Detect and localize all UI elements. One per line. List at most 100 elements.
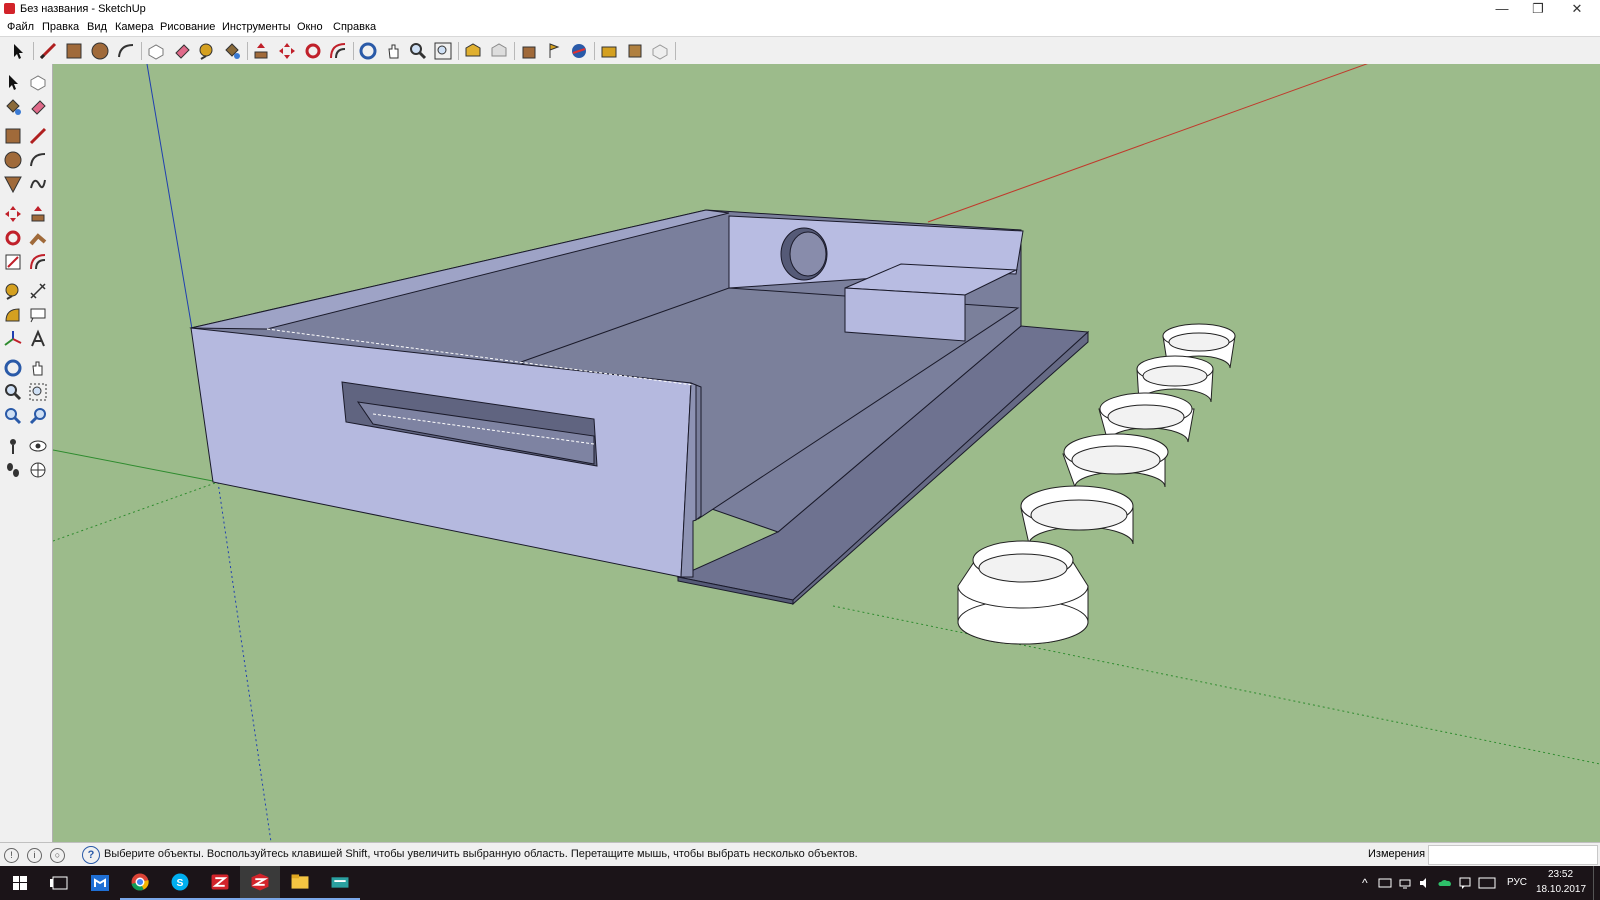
add-location-icon[interactable] bbox=[544, 41, 564, 61]
select-tool-icon[interactable] bbox=[8, 41, 28, 61]
knob-4[interactable] bbox=[1062, 433, 1169, 488]
knob-6[interactable] bbox=[957, 540, 1089, 645]
main-toolbar bbox=[0, 36, 1600, 65]
line-tool-icon[interactable] bbox=[28, 126, 48, 146]
freehand-tool-icon[interactable] bbox=[28, 174, 48, 194]
skype-icon[interactable]: S bbox=[160, 866, 200, 900]
make-component-icon[interactable] bbox=[146, 41, 166, 61]
knob-5[interactable] bbox=[1020, 485, 1134, 545]
wifi-icon[interactable] bbox=[1398, 876, 1412, 890]
circle-tool-icon[interactable] bbox=[3, 150, 23, 170]
rotate-tool-icon[interactable] bbox=[303, 41, 323, 61]
share-model-icon[interactable] bbox=[489, 41, 509, 61]
push-pull-icon[interactable] bbox=[28, 204, 48, 224]
move-tool-icon[interactable] bbox=[277, 41, 297, 61]
network-status-icon[interactable] bbox=[1378, 876, 1392, 890]
clock-time[interactable]: 23:52 bbox=[1548, 869, 1573, 880]
geo-toggle-icon[interactable] bbox=[569, 41, 589, 61]
follow-me-icon[interactable] bbox=[28, 228, 48, 248]
previous-view-icon[interactable] bbox=[3, 406, 23, 426]
circle-tool-icon[interactable] bbox=[90, 41, 110, 61]
pan-tool-icon[interactable] bbox=[28, 358, 48, 378]
menu-window[interactable]: Окно bbox=[297, 21, 323, 33]
zoom-extents-icon[interactable] bbox=[433, 41, 453, 61]
menu-draw[interactable]: Рисование bbox=[160, 21, 215, 33]
help-icon[interactable]: ? bbox=[82, 846, 100, 864]
keyboard-app-icon[interactable] bbox=[320, 866, 360, 900]
pan-tool-icon[interactable] bbox=[384, 41, 404, 61]
orbit-tool-icon[interactable] bbox=[3, 358, 23, 378]
zoom-tool-icon[interactable] bbox=[408, 41, 428, 61]
select-tool-icon[interactable] bbox=[3, 72, 23, 92]
polygon-tool-icon[interactable] bbox=[3, 174, 23, 194]
position-camera-icon[interactable] bbox=[3, 436, 23, 456]
zoom-window-icon[interactable] bbox=[28, 382, 48, 402]
arc-tool-icon[interactable] bbox=[28, 150, 48, 170]
section-plane-icon[interactable] bbox=[28, 460, 48, 480]
offset-tool-icon[interactable] bbox=[328, 41, 348, 61]
rectangle-tool-icon[interactable] bbox=[64, 41, 84, 61]
menu-camera[interactable]: Камера bbox=[115, 21, 153, 33]
menu-help[interactable]: Справка bbox=[333, 21, 376, 33]
enclosure-box-model[interactable] bbox=[189, 209, 1090, 606]
arc-tool-icon[interactable] bbox=[116, 41, 136, 61]
file-explorer-icon[interactable] bbox=[280, 866, 320, 900]
menu-file[interactable]: Файл bbox=[7, 21, 34, 33]
protractor-tool-icon[interactable] bbox=[3, 305, 23, 325]
line-tool-icon[interactable] bbox=[38, 41, 58, 61]
drawing-viewport[interactable] bbox=[53, 64, 1600, 842]
extension-warehouse-icon[interactable] bbox=[599, 41, 619, 61]
rectangle-tool-icon[interactable] bbox=[3, 126, 23, 146]
look-around-icon[interactable] bbox=[28, 436, 48, 456]
windows-start-icon[interactable] bbox=[0, 866, 40, 900]
geo-location-icon[interactable]: ! bbox=[4, 848, 19, 863]
menu-tools[interactable]: Инструменты bbox=[222, 21, 291, 33]
clock-date[interactable]: 18.10.2017 bbox=[1536, 884, 1586, 895]
credits-icon[interactable]: i bbox=[27, 848, 42, 863]
zoom-tool-icon[interactable] bbox=[3, 382, 23, 402]
3d-warehouse-icon[interactable] bbox=[463, 41, 483, 61]
text-tool-icon[interactable] bbox=[28, 305, 48, 325]
sketchup-icon[interactable] bbox=[240, 866, 280, 900]
keyboard-layout-icon[interactable] bbox=[1478, 876, 1496, 890]
rotate-tool-icon[interactable] bbox=[3, 228, 23, 248]
menu-edit[interactable]: Правка bbox=[42, 21, 79, 33]
minimize-button[interactable]: — bbox=[1484, 0, 1520, 19]
menu-view[interactable]: Вид bbox=[87, 21, 107, 33]
user-icon[interactable]: ○ bbox=[50, 848, 65, 863]
move-tool-icon[interactable] bbox=[3, 204, 23, 224]
windows-taskbar: S ^ РУС 23:52 18.10.2017 bbox=[0, 866, 1600, 900]
input-language[interactable]: РУС bbox=[1507, 877, 1527, 888]
3d-text-icon[interactable] bbox=[28, 329, 48, 349]
task-view-icon[interactable] bbox=[40, 866, 80, 900]
close-button[interactable]: ✕ bbox=[1559, 0, 1595, 19]
store-icon[interactable] bbox=[80, 866, 120, 900]
layout-icon[interactable] bbox=[650, 41, 670, 61]
tape-measure-icon[interactable] bbox=[197, 41, 217, 61]
eraser-tool-icon[interactable] bbox=[172, 41, 192, 61]
get-models-icon[interactable] bbox=[519, 41, 539, 61]
measurements-input[interactable] bbox=[1428, 845, 1598, 865]
eraser-tool-icon[interactable] bbox=[28, 97, 48, 117]
paint-bucket-icon[interactable] bbox=[3, 97, 23, 117]
tape-measure-icon[interactable] bbox=[3, 281, 23, 301]
offset-tool-icon[interactable] bbox=[28, 252, 48, 272]
show-desktop-button[interactable] bbox=[1593, 866, 1600, 900]
notification-icon[interactable] bbox=[1458, 876, 1472, 890]
tray-expand-icon[interactable]: ^ bbox=[1362, 876, 1368, 890]
share-component-icon[interactable] bbox=[625, 41, 645, 61]
dimension-tool-icon[interactable] bbox=[28, 281, 48, 301]
make-component-icon[interactable] bbox=[28, 72, 48, 92]
walk-tool-icon[interactable] bbox=[3, 460, 23, 480]
scale-tool-icon[interactable] bbox=[3, 252, 23, 272]
next-view-icon[interactable] bbox=[28, 406, 48, 426]
chrome-icon[interactable] bbox=[120, 866, 160, 900]
onedrive-icon[interactable] bbox=[1438, 876, 1452, 890]
axes-tool-icon[interactable] bbox=[3, 329, 23, 349]
paint-bucket-icon[interactable] bbox=[222, 41, 242, 61]
orbit-tool-icon[interactable] bbox=[358, 41, 378, 61]
restore-button[interactable]: ❐ bbox=[1520, 0, 1556, 19]
volume-icon[interactable] bbox=[1418, 876, 1432, 890]
sketchup-layout-icon[interactable] bbox=[200, 866, 240, 900]
push-pull-icon[interactable] bbox=[251, 41, 271, 61]
